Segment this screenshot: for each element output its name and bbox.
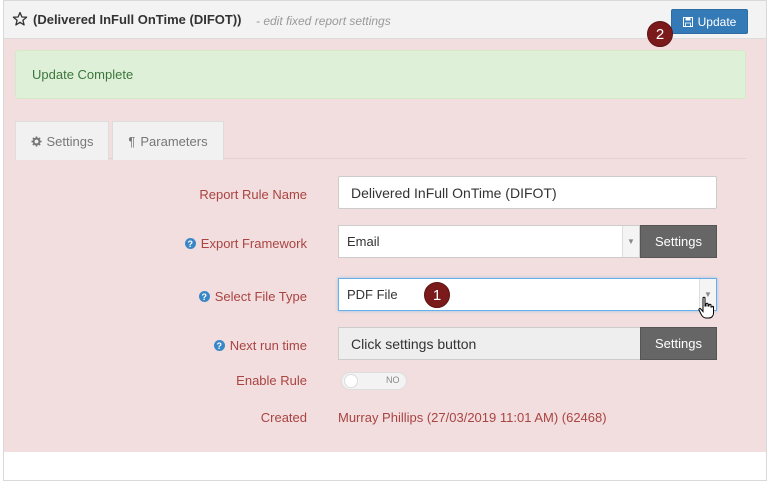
floppy-disk-icon bbox=[682, 16, 693, 27]
report-settings-panel: (Delivered InFull OnTime (DIFOT)) - edit… bbox=[3, 0, 767, 481]
update-button-label: Update bbox=[697, 14, 737, 29]
export-framework-settings-button[interactable]: Settings bbox=[640, 225, 717, 258]
file-type-select[interactable]: PDF File ▼ bbox=[338, 278, 717, 311]
enable-rule-label: Enable Rule bbox=[236, 373, 307, 388]
alert-text: Update Complete bbox=[32, 67, 134, 82]
help-icon[interactable]: ? bbox=[213, 340, 225, 351]
tab-parameters-label: Parameters bbox=[140, 133, 208, 149]
tab-settings-label: Settings bbox=[46, 133, 94, 149]
toggle-state: NO bbox=[386, 375, 400, 385]
next-run-time-label-text: Next run time bbox=[229, 338, 307, 353]
export-framework-value: Email bbox=[347, 234, 380, 249]
form-content: Update Complete Settings ¶ Parameters Re… bbox=[4, 39, 766, 452]
report-rule-name-input[interactable]: Delivered InFull OnTime (DIFOT) bbox=[338, 176, 717, 209]
enable-rule-label-text: Enable Rule bbox=[236, 373, 307, 388]
export-framework-label: ? Export Framework bbox=[184, 236, 307, 251]
tab-settings[interactable]: Settings bbox=[15, 121, 109, 160]
report-rule-name-label-text: Report Rule Name bbox=[199, 187, 307, 202]
page-subtitle: - edit fixed report settings bbox=[256, 14, 391, 28]
gear-icon bbox=[30, 135, 42, 147]
created-label: Created bbox=[261, 410, 307, 425]
file-type-label-text: Select File Type bbox=[214, 289, 307, 304]
hand-cursor-icon bbox=[698, 296, 714, 319]
tab-bar: Settings ¶ Parameters bbox=[15, 121, 746, 160]
update-button[interactable]: Update bbox=[671, 9, 748, 34]
export-framework-label-text: Export Framework bbox=[200, 236, 307, 251]
step-2-badge: 2 bbox=[647, 21, 673, 47]
page-title: (Delivered InFull OnTime (DIFOT)) bbox=[33, 12, 242, 27]
file-type-value: PDF File bbox=[347, 287, 398, 302]
step-1-badge: 1 bbox=[424, 282, 450, 308]
report-rule-name-label: Report Rule Name bbox=[199, 187, 307, 202]
tab-parameters[interactable]: ¶ Parameters bbox=[112, 121, 224, 160]
file-type-label: ? Select File Type bbox=[198, 289, 307, 304]
created-label-text: Created bbox=[260, 410, 307, 425]
star-outline-icon[interactable] bbox=[12, 11, 28, 27]
chevron-down-icon[interactable]: ▼ bbox=[622, 226, 639, 257]
enable-rule-toggle[interactable]: NO bbox=[341, 372, 407, 390]
next-run-settings-button[interactable]: Settings bbox=[640, 327, 717, 360]
next-run-time-label: ? Next run time bbox=[213, 338, 307, 353]
created-value: Murray Phillips (27/03/2019 11:01 AM) (6… bbox=[338, 410, 607, 425]
help-icon[interactable]: ? bbox=[198, 291, 210, 302]
export-framework-select[interactable]: Email ▼ bbox=[338, 225, 640, 258]
pilcrow-icon: ¶ bbox=[128, 133, 136, 149]
success-alert: Update Complete bbox=[15, 50, 746, 99]
next-run-time-field: Click settings button bbox=[338, 327, 642, 360]
help-icon[interactable]: ? bbox=[184, 238, 196, 249]
toggle-knob bbox=[344, 374, 358, 388]
